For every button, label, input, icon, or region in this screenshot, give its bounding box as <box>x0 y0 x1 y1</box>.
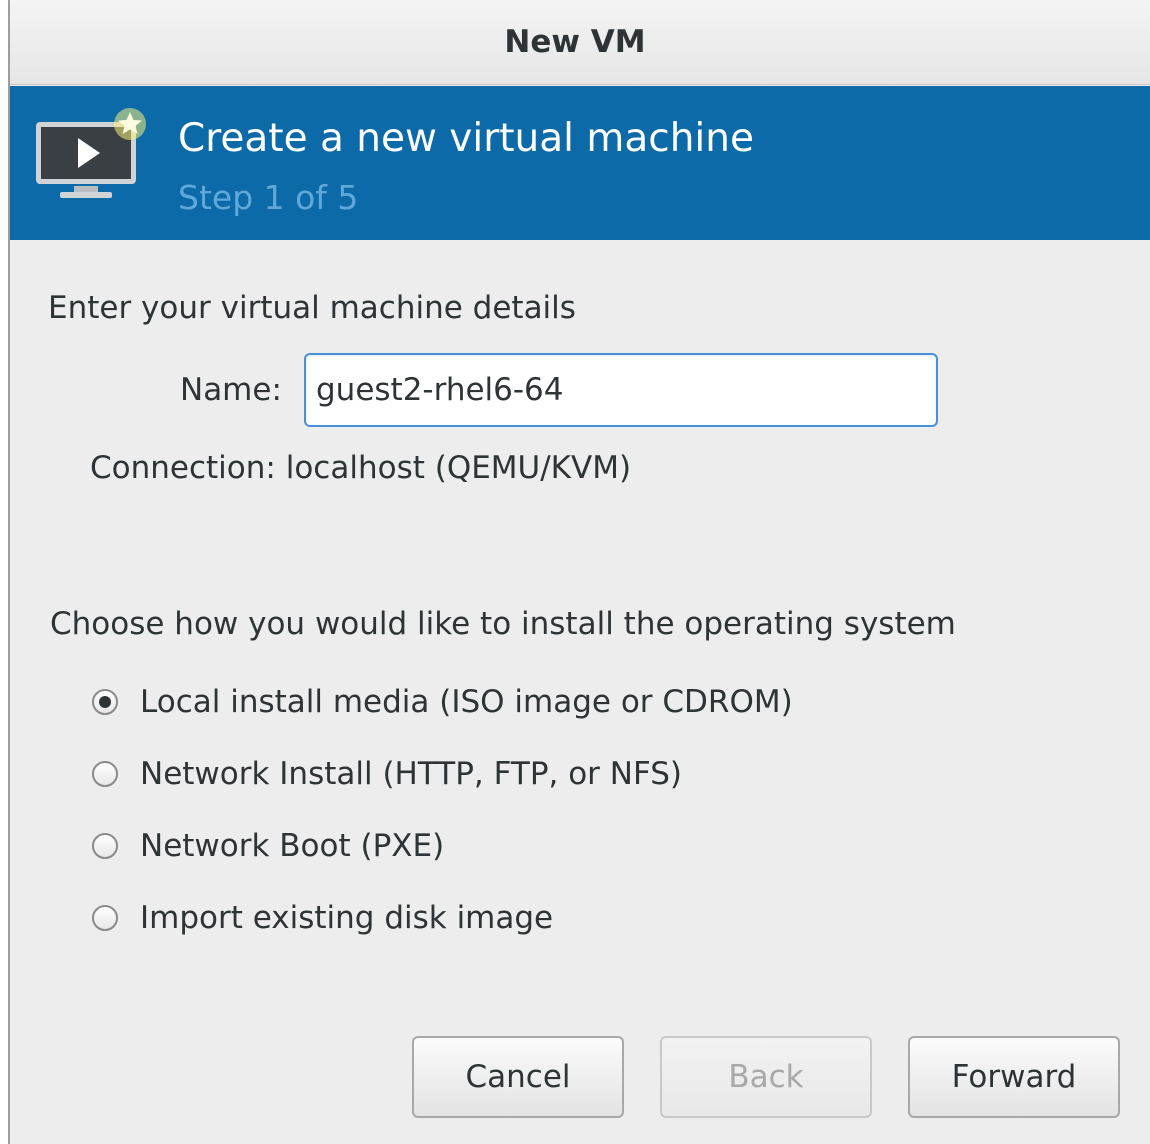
install-option-label: Network Boot (PXE) <box>140 828 445 864</box>
new-vm-dialog: New VM Create a new virtual machine Step… <box>0 0 1150 1144</box>
install-option-network-install[interactable]: Network Install (HTTP, FTP, or NFS) <box>92 756 682 792</box>
title-bar[interactable]: New VM <box>10 0 1150 85</box>
install-option-label: Network Install (HTTP, FTP, or NFS) <box>140 756 683 792</box>
new-vm-monitor-icon <box>36 108 146 198</box>
name-input[interactable] <box>304 353 938 427</box>
wizard-title: Create a new virtual machine <box>178 116 754 161</box>
wizard-step: Step 1 of 5 <box>178 178 359 217</box>
window-edge <box>0 0 10 1144</box>
radio-unchecked-icon[interactable] <box>92 761 118 787</box>
wizard-banner: Create a new virtual machine Step 1 of 5 <box>10 86 1150 240</box>
details-heading: Enter your virtual machine details <box>48 290 576 326</box>
install-option-network-boot[interactable]: Network Boot (PXE) <box>92 828 444 864</box>
connection-row: Connection: localhost (QEMU/KVM) <box>90 450 631 486</box>
install-option-label: Import existing disk image <box>140 900 554 936</box>
back-button[interactable]: Back <box>660 1036 872 1118</box>
install-option-import-disk[interactable]: Import existing disk image <box>92 900 553 936</box>
install-option-label: Local install media (ISO image or CDROM) <box>140 684 793 720</box>
install-option-local-media[interactable]: Local install media (ISO image or CDROM) <box>92 684 793 720</box>
install-heading: Choose how you would like to install the… <box>50 606 956 642</box>
connection-value: localhost (QEMU/KVM) <box>285 450 632 486</box>
radio-checked-icon[interactable] <box>92 689 118 715</box>
radio-unchecked-icon[interactable] <box>92 905 118 931</box>
connection-label: Connection: <box>90 450 276 486</box>
radio-unchecked-icon[interactable] <box>92 833 118 859</box>
window-title: New VM <box>504 24 646 60</box>
forward-button[interactable]: Forward <box>908 1036 1120 1118</box>
name-label: Name: <box>180 372 282 408</box>
cancel-button[interactable]: Cancel <box>412 1036 624 1118</box>
